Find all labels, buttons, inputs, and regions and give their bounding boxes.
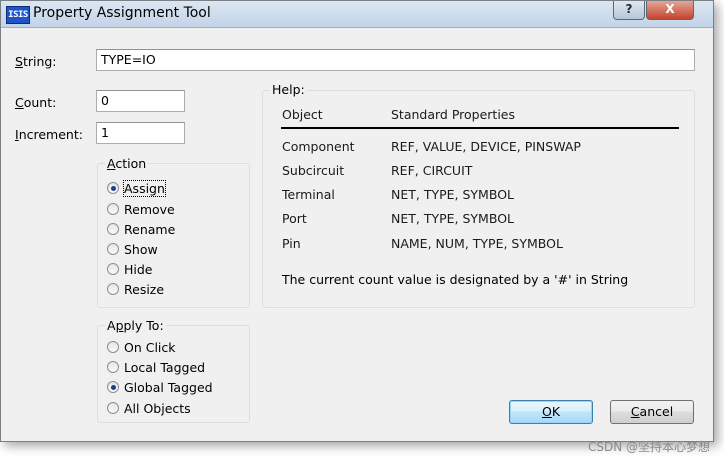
help-row: Component REF, VALUE, DEVICE, PINSWAP: [282, 139, 581, 154]
increment-input[interactable]: 1: [96, 122, 185, 144]
help-object-cell: Subcircuit: [282, 163, 345, 178]
count-label: Count:: [15, 95, 57, 110]
radio-label: Assign: [123, 179, 166, 197]
help-row: Pin NAME, NUM, TYPE, SYMBOL: [282, 236, 563, 251]
radio-hide[interactable]: Hide: [107, 260, 153, 278]
radio-assign[interactable]: Assign: [107, 179, 166, 197]
question-icon: ?: [625, 2, 633, 16]
radio-remove[interactable]: Remove: [107, 200, 175, 218]
radio-label: Remove: [124, 201, 175, 217]
help-object-cell: Port: [282, 211, 307, 226]
radio-unselected-icon: [107, 402, 119, 414]
radio-all-objects[interactable]: All Objects: [107, 399, 191, 417]
radio-unselected-icon: [107, 361, 119, 373]
string-label: String:: [15, 54, 57, 69]
help-object-cell: Component: [282, 139, 355, 154]
radio-global-tagged[interactable]: Global Tagged: [107, 378, 213, 396]
radio-label: Local Tagged: [124, 359, 206, 375]
help-object-cell: Pin: [282, 236, 301, 251]
radio-label: On Click: [124, 339, 176, 355]
apply-to-group-title: Apply To:: [105, 318, 166, 333]
help-props-cell: NAME, NUM, TYPE, SYMBOL: [391, 236, 563, 251]
action-group-title: Action: [105, 156, 149, 171]
radio-unselected-icon: [107, 243, 119, 255]
string-input[interactable]: TYPE=IO: [96, 49, 695, 71]
help-button[interactable]: ?: [613, 1, 645, 20]
help-props-cell: REF, CIRCUIT: [391, 163, 473, 178]
radio-unselected-icon: [107, 223, 119, 235]
radio-selected-icon: [107, 381, 119, 393]
radio-unselected-icon: [107, 263, 119, 275]
watermark: CSDN @坚持本心梦想: [588, 440, 711, 454]
title-bar[interactable]: ISIS Property Assignment Tool ? X: [1, 1, 713, 28]
app-icon: ISIS: [6, 6, 30, 24]
dialog-window: ISIS Property Assignment Tool ? X String…: [0, 0, 714, 442]
help-row: Subcircuit REF, CIRCUIT: [282, 163, 472, 178]
radio-label: All Objects: [124, 400, 191, 416]
help-header-row: Object Standard Properties: [282, 107, 515, 122]
help-header-object: Object: [282, 107, 323, 122]
ok-button[interactable]: OK: [509, 400, 593, 424]
radio-label: Rename: [124, 221, 176, 237]
close-button[interactable]: X: [646, 1, 694, 20]
help-note: The current count value is designated by…: [282, 272, 629, 287]
radio-selected-icon: [107, 182, 119, 194]
help-group-title: Help:: [270, 82, 307, 97]
help-row: Port NET, TYPE, SYMBOL: [282, 211, 514, 226]
radio-resize[interactable]: Resize: [107, 280, 164, 298]
radio-local-tagged[interactable]: Local Tagged: [107, 358, 205, 376]
window-title: Property Assignment Tool: [33, 5, 211, 21]
help-row: Terminal NET, TYPE, SYMBOL: [282, 187, 514, 202]
help-object-cell: Terminal: [282, 187, 335, 202]
cancel-button[interactable]: Cancel: [610, 400, 694, 424]
help-props-cell: REF, VALUE, DEVICE, PINSWAP: [391, 139, 581, 154]
close-icon: X: [665, 2, 675, 16]
radio-unselected-icon: [107, 283, 119, 295]
help-header-properties: Standard Properties: [391, 107, 516, 122]
radio-label: Show: [124, 241, 158, 257]
increment-label: Increment:: [15, 127, 83, 142]
radio-rename[interactable]: Rename: [107, 220, 175, 238]
help-divider: [281, 127, 679, 129]
radio-label: Global Tagged: [124, 379, 213, 395]
radio-unselected-icon: [107, 203, 119, 215]
radio-unselected-icon: [107, 341, 119, 353]
count-input[interactable]: 0: [96, 90, 185, 112]
help-props-cell: NET, TYPE, SYMBOL: [391, 187, 514, 202]
radio-label: Resize: [124, 281, 165, 297]
radio-on-click[interactable]: On Click: [107, 338, 176, 356]
help-props-cell: NET, TYPE, SYMBOL: [391, 211, 514, 226]
radio-show[interactable]: Show: [107, 240, 158, 258]
radio-label: Hide: [124, 261, 153, 277]
